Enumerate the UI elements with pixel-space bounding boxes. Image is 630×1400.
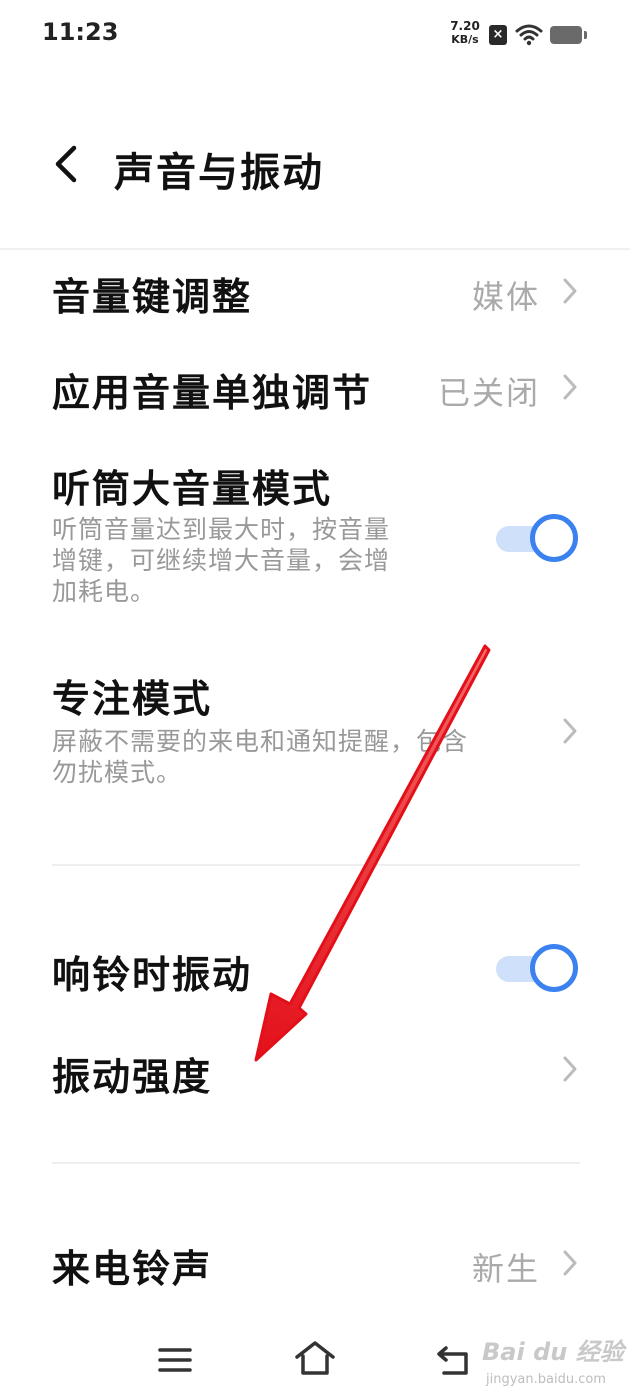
setting-label: 振动强度 xyxy=(52,1055,213,1099)
wifi-icon xyxy=(515,24,543,46)
battery-icon xyxy=(550,26,587,44)
back-arrow-icon[interactable] xyxy=(48,142,88,186)
toggle-knob xyxy=(530,514,578,562)
setting-label: 来电铃声 xyxy=(52,1247,213,1291)
toggle-knob xyxy=(530,944,578,992)
menu-icon[interactable] xyxy=(158,1346,192,1374)
setting-focus-mode[interactable]: 专注模式 屏蔽不需要的来电和通知提醒，包含 勿扰模式。 xyxy=(0,668,630,798)
setting-description-line: 勿扰模式。 xyxy=(52,758,183,787)
setting-value: 媒体 xyxy=(471,278,540,316)
setting-app-volume[interactable]: 应用音量单独调节 已关闭 xyxy=(0,358,630,418)
sim-none-icon: × xyxy=(489,25,507,45)
network-speed-value: 7.20 xyxy=(450,19,480,33)
setting-description: 屏蔽不需要的来电和通知提醒，包含 勿扰模式。 xyxy=(52,726,468,788)
section-divider xyxy=(52,1162,580,1164)
navigation-bar: Bai du 经验 jingyan.baidu.com xyxy=(0,1320,630,1400)
setting-value: 已关闭 xyxy=(437,374,540,412)
network-speed: 7.20 KB/s xyxy=(447,19,483,47)
chevron-right-icon xyxy=(563,374,577,400)
page-title: 声音与振动 xyxy=(114,150,324,196)
setting-description-line: 增键，可继续增大音量，会增 xyxy=(52,546,391,575)
setting-description-line: 听筒音量达到最大时，按音量 xyxy=(52,515,391,544)
setting-value: 新生 xyxy=(471,1250,540,1288)
setting-description-line: 屏蔽不需要的来电和通知提醒，包含 xyxy=(52,727,469,756)
chevron-right-icon xyxy=(563,1250,577,1276)
header-divider xyxy=(0,248,630,250)
section-divider xyxy=(52,864,580,866)
setting-label: 专注模式 xyxy=(52,677,213,721)
network-speed-unit: KB/s xyxy=(451,33,479,46)
setting-label: 听筒大音量模式 xyxy=(52,467,333,511)
watermark-url: jingyan.baidu.com xyxy=(486,1372,606,1387)
setting-ringtone[interactable]: 来电铃声 新生 xyxy=(0,1234,630,1294)
setting-label: 响铃时振动 xyxy=(52,953,253,997)
setting-label: 音量键调整 xyxy=(52,275,253,319)
watermark-logo: Bai du 经验 xyxy=(482,1338,624,1366)
setting-vibrate-on-ring: 响铃时振动 xyxy=(0,940,630,1000)
status-bar: 11:23 7.20 KB/s × xyxy=(0,0,630,70)
setting-volume-keys[interactable]: 音量键调整 媒体 xyxy=(0,262,630,322)
home-icon[interactable] xyxy=(294,1340,336,1376)
vibrate-on-ring-toggle[interactable] xyxy=(496,944,580,992)
chevron-right-icon xyxy=(563,718,577,744)
baidu-jingyan-watermark: Bai du 经验 jingyan.baidu.com xyxy=(478,1332,628,1398)
setting-label: 应用音量单独调节 xyxy=(52,371,373,415)
setting-vibration-strength[interactable]: 振动强度 xyxy=(0,1042,630,1102)
earpiece-loud-toggle[interactable] xyxy=(496,514,580,562)
chevron-right-icon xyxy=(563,1056,577,1082)
page-header: 声音与振动 xyxy=(0,110,630,220)
setting-description-line: 加耗电。 xyxy=(52,577,157,606)
chevron-right-icon xyxy=(563,278,577,304)
setting-description: 听筒音量达到最大时，按音量 增键，可继续增大音量，会增 加耗电。 xyxy=(52,514,390,607)
back-icon[interactable] xyxy=(436,1344,472,1376)
setting-earpiece-loud: 听筒大音量模式 听筒音量达到最大时，按音量 增键，可继续增大音量，会增 加耗电。 xyxy=(0,458,630,618)
status-time: 11:23 xyxy=(42,18,119,46)
